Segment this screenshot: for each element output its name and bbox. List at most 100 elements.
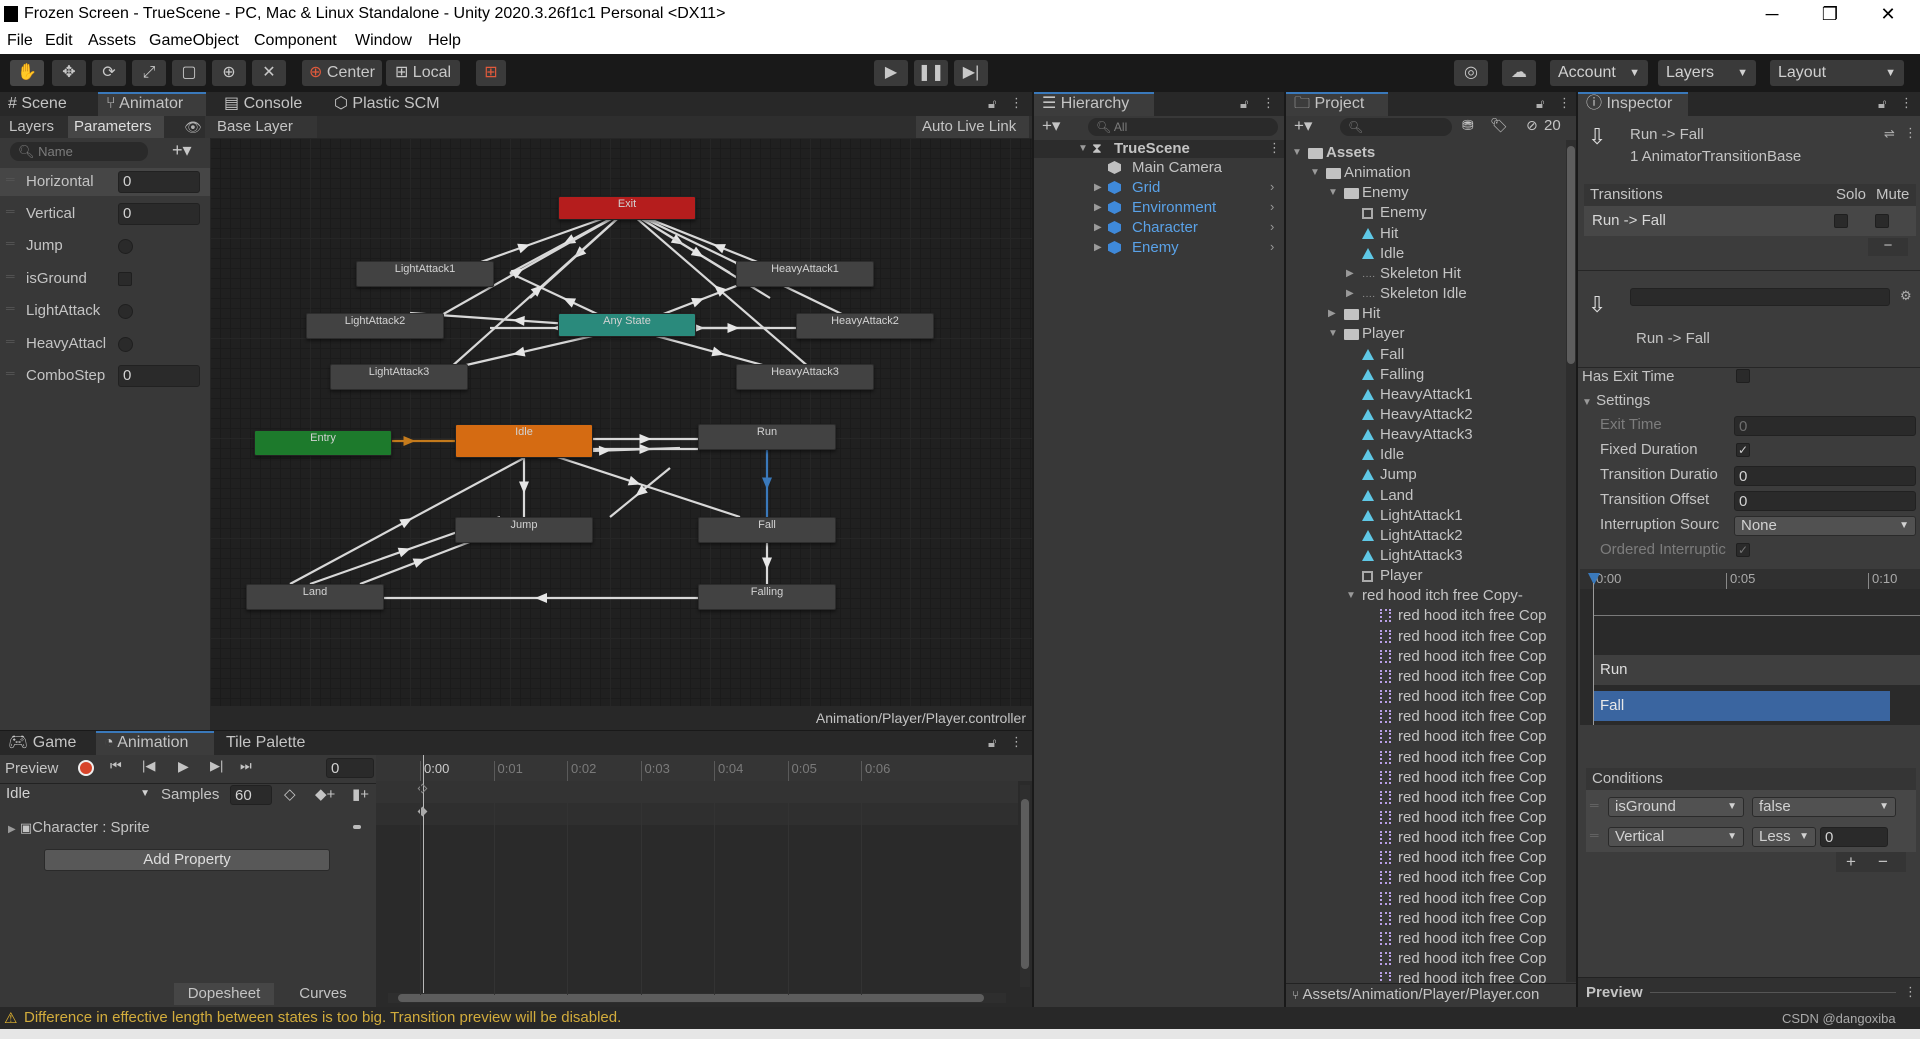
drag-handle-icon[interactable]: ═	[6, 172, 15, 186]
state-la1[interactable]: LightAttack1	[356, 261, 494, 287]
drag-handle-icon[interactable]: ═	[1590, 798, 1599, 812]
param-trigger-radio[interactable]	[118, 337, 133, 352]
menu-component[interactable]: Component	[254, 32, 337, 50]
settings-foldout[interactable]: ▼ Settings	[1582, 392, 1650, 409]
state-idle[interactable]: Idle	[455, 424, 593, 458]
project-item[interactable]: ▼ Enemy	[1286, 184, 1566, 201]
param-row[interactable]: ═ isGround	[0, 265, 210, 293]
last-frame-button[interactable]: ⏭	[240, 758, 252, 774]
state-entry[interactable]: Entry	[254, 430, 392, 456]
transform-tool-icon[interactable]: ⊕	[212, 60, 246, 86]
hierarchy-item[interactable]: ▶ Grid ›	[1034, 179, 1284, 196]
kebab-menu-icon[interactable]: ⋮	[1010, 734, 1023, 750]
solo-checkbox[interactable]	[1834, 214, 1848, 228]
transition-arrow-icon[interactable]	[639, 434, 652, 444]
kebab-menu-icon[interactable]: ⋮	[1262, 95, 1275, 111]
project-sprite-item[interactable]: red hood itch free Cop	[1286, 648, 1566, 665]
param-row[interactable]: ═ Jump	[0, 232, 210, 260]
drag-handle-icon[interactable]: ═	[6, 236, 15, 250]
project-search-input[interactable]: 🔍︎	[1340, 118, 1452, 136]
record-button[interactable]	[78, 760, 94, 776]
transition-arrow-icon[interactable]	[598, 445, 611, 456]
state-jump[interactable]: Jump	[455, 517, 593, 543]
layers-dropdown[interactable]: Layers ▼	[1658, 60, 1756, 86]
tab-project[interactable]: 🗀 Project	[1286, 92, 1388, 116]
add-event-icon[interactable]: ▮+	[352, 785, 369, 803]
play-button[interactable]: ▶	[874, 60, 908, 86]
condition-param-dropdown[interactable]: Vertical ▼	[1608, 827, 1744, 847]
drag-handle-icon[interactable]: ═	[6, 366, 15, 380]
rect-tool-icon[interactable]: ▢	[172, 60, 206, 86]
param-value-field[interactable]: 0	[118, 171, 200, 193]
play-anim-button[interactable]: ▶	[178, 758, 189, 775]
menu-edit[interactable]: Edit	[45, 32, 73, 50]
project-item[interactable]: Land	[1286, 487, 1566, 504]
condition-op-dropdown[interactable]: false ▼	[1752, 797, 1896, 817]
param-value-field[interactable]: 0	[118, 203, 200, 225]
kebab-menu-icon[interactable]: ⋮	[1904, 125, 1917, 141]
project-sprite-item[interactable]: red hood itch free Cop	[1286, 970, 1566, 983]
drag-handle-icon[interactable]: ═	[1590, 828, 1599, 842]
has-exit-time-checkbox[interactable]	[1736, 369, 1750, 383]
keyframe-icon[interactable]: ◇	[284, 785, 296, 803]
project-item[interactable]: Fall	[1286, 346, 1566, 363]
tab-scene[interactable]: # Scene	[0, 92, 96, 116]
state-fall[interactable]: Fall	[698, 517, 836, 543]
project-sprite-item[interactable]: red hood itch free Cop	[1286, 869, 1566, 886]
tab-console[interactable]: ▤ Console	[216, 92, 314, 116]
kebab-menu-icon[interactable]: ⋮	[1900, 95, 1913, 111]
transition-arrow-icon[interactable]	[519, 481, 529, 494]
field-checkbox[interactable]: ✓	[1736, 443, 1750, 457]
project-item[interactable]: ▼ Animation	[1286, 164, 1566, 181]
hscroll-thumb[interactable]	[398, 994, 984, 1002]
project-sprite-item[interactable]: red hood itch free Cop	[1286, 628, 1566, 645]
layers-tab[interactable]: Layers	[0, 116, 68, 138]
first-frame-button[interactable]: ⏮	[110, 758, 122, 774]
transition-arrow-icon[interactable]	[561, 293, 577, 308]
mute-checkbox[interactable]	[1875, 214, 1889, 228]
transition-arrow-icon[interactable]	[535, 593, 547, 603]
transition-arrow-icon[interactable]	[762, 557, 772, 570]
state-la2[interactable]: LightAttack2	[306, 313, 444, 339]
custom-tool-icon[interactable]: ✕	[252, 60, 286, 86]
field-input[interactable]: 0	[1734, 491, 1916, 511]
project-item[interactable]: ▼ Player	[1286, 325, 1566, 342]
add-keyframe-icon[interactable]: ◆+	[315, 785, 335, 803]
condition-value-field[interactable]: 0	[1820, 827, 1888, 847]
transition-timeline[interactable]: 0:00 0:05 0:10 Run Fall	[1580, 569, 1920, 725]
eye-icon[interactable]: 👁︎	[184, 119, 202, 136]
lock-icon[interactable]: 🔓︎	[988, 735, 996, 751]
hierarchy-search-input[interactable]: 🔍︎ All	[1088, 118, 1278, 136]
state-run[interactable]: Run	[698, 424, 836, 450]
project-item[interactable]: HeavyAttack3	[1286, 426, 1566, 443]
maximize-button[interactable]: ❐	[1802, 0, 1858, 29]
project-sprite-item[interactable]: red hood itch free Cop	[1286, 789, 1566, 806]
field-input[interactable]: 0	[1734, 416, 1916, 436]
collab-icon[interactable]: ◎	[1454, 60, 1488, 86]
tab-plastic-scm[interactable]: ⬡ Plastic SCM	[326, 92, 454, 116]
project-sprite-item[interactable]: red hood itch free Cop	[1286, 849, 1566, 866]
add-parameter-button[interactable]: +▾	[172, 140, 192, 161]
pivot-local-button[interactable]: ⊞ Local	[386, 60, 460, 86]
layout-dropdown[interactable]: Layout ▼	[1770, 60, 1904, 86]
minimize-button[interactable]: ─	[1744, 0, 1800, 29]
condition-param-dropdown[interactable]: isGround ▼	[1608, 797, 1744, 817]
condition-row[interactable]: ═ isGround ▼ false ▼	[1586, 796, 1916, 820]
condition-row[interactable]: ═ Vertical ▼ Less ▼ 0	[1586, 826, 1916, 850]
samples-field[interactable]: 60	[230, 785, 272, 805]
project-item[interactable]: ▶ ···· Skeleton Idle	[1286, 285, 1566, 302]
scale-tool-icon[interactable]: ⤢	[132, 60, 166, 86]
hand-tool-icon[interactable]: ✋	[10, 60, 44, 86]
search-by-type-icon[interactable]: ⛃	[1462, 117, 1474, 134]
lock-icon[interactable]: 🔓︎	[1240, 96, 1248, 112]
create-button[interactable]: +▾	[1042, 116, 1060, 136]
tab-tile-palette[interactable]: Tile Palette	[218, 731, 328, 755]
curves-tab[interactable]: Curves	[276, 983, 370, 1005]
transition-arrow-icon[interactable]	[412, 554, 428, 568]
transition-name-field[interactable]	[1630, 288, 1890, 306]
project-sprite-item[interactable]: red hood itch free Cop	[1286, 950, 1566, 967]
dopesheet-vscroll[interactable]	[1020, 785, 1030, 987]
transition-arrow-icon[interactable]	[691, 294, 706, 308]
project-sprite-item[interactable]: red hood itch free Cop	[1286, 728, 1566, 745]
kebab-menu-icon[interactable]: ⋮	[1558, 95, 1571, 111]
